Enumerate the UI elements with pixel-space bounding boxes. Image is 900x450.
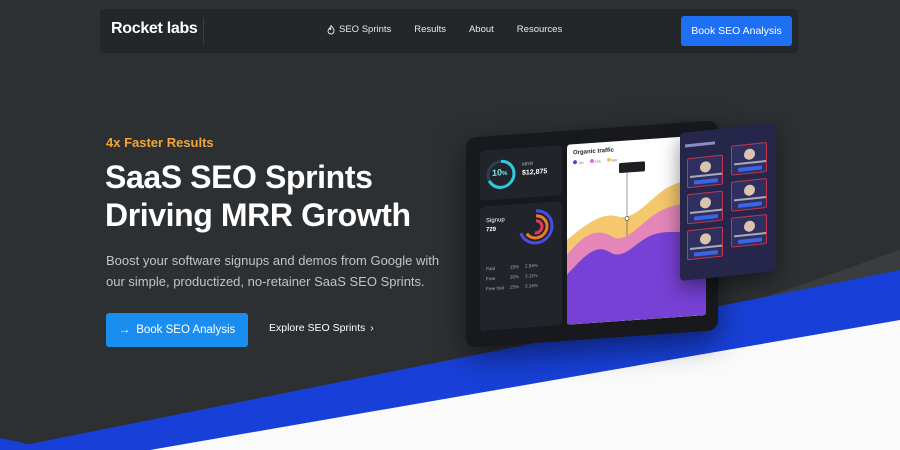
team-member-card	[687, 190, 723, 225]
brand-logo[interactable]: Rocket labs	[111, 20, 198, 38]
chevron-right-icon: ›	[370, 322, 374, 334]
stat-b: 2.54%	[525, 262, 538, 269]
explore-seo-sprints-link[interactable]: Explore SEO Sprints ›	[269, 322, 374, 334]
stat-label: Paid	[486, 265, 496, 272]
gauge-number: 10	[492, 167, 503, 178]
nav-link-label: Results	[414, 24, 446, 35]
primary-cta-label: Book SEO Analysis	[136, 324, 236, 336]
secondary-cta-label: Explore SEO Sprints	[269, 322, 366, 334]
nav-link-results[interactable]: Results	[414, 24, 446, 35]
book-seo-analysis-button[interactable]: → Book SEO Analysis	[106, 313, 248, 347]
stat-label: Free	[486, 275, 496, 282]
signup-panel: Signup 729 Paid 15% 2.54% Free 20% 3.11%…	[480, 201, 562, 331]
mrr-panel: 10% MRR $12,875	[480, 145, 562, 201]
hero-eyebrow: 4x Faster Results	[106, 135, 214, 150]
stat-row: Free 20% 3.11%	[486, 273, 537, 282]
nav-link-label: About	[468, 24, 494, 35]
nav-link-resources[interactable]: Resources	[517, 24, 562, 35]
stat-label: Free trial	[486, 285, 504, 292]
team-member-card	[687, 154, 723, 189]
stat-row: Free trial 25% 3.14%	[486, 283, 538, 292]
stat-a: 25%	[510, 284, 520, 290]
gauge-unit: %	[502, 170, 508, 178]
nav-link-seo-sprints[interactable]: SEO Sprints	[326, 24, 391, 35]
flame-icon	[327, 24, 335, 34]
arrow-right-icon: →	[118, 324, 131, 336]
avatar	[700, 196, 711, 209]
brand-divider	[203, 18, 204, 44]
team-card-header	[685, 141, 715, 148]
headline-line-1: SaaS SEO Sprints	[105, 159, 373, 195]
team-member-card	[687, 226, 723, 261]
team-member-card	[731, 177, 767, 212]
team-card	[680, 122, 776, 282]
gauge-value: 10%	[492, 167, 507, 178]
avatar	[700, 160, 711, 173]
nav-link-label: Resources	[516, 24, 563, 35]
book-seo-analysis-nav-button[interactable]: Book SEO Analysis	[681, 16, 792, 46]
nav-link-about[interactable]: About	[469, 24, 494, 35]
mrr-value: $12,875	[522, 168, 548, 177]
avatar	[700, 232, 711, 245]
team-member-card	[731, 213, 767, 248]
top-navbar: Rocket labs SEO Sprints Results About Re…	[100, 9, 798, 53]
signup-value: 729	[486, 226, 497, 234]
hero-subtext: Boost your software signups and demos fr…	[106, 253, 440, 289]
team-member-card	[731, 141, 767, 176]
hero-headline: SaaS SEO Sprints Driving MRR Growth	[105, 158, 411, 234]
avatar	[744, 184, 755, 197]
stat-a: 15%	[510, 264, 520, 270]
signup-ring-chart	[518, 209, 554, 245]
avatar	[744, 220, 755, 233]
mrr-label: MRR	[522, 161, 534, 168]
stat-a: 20%	[510, 274, 520, 280]
stat-b: 3.11%	[525, 272, 538, 279]
nav-links: SEO Sprints Results About Resources	[326, 24, 562, 35]
nav-link-label: SEO Sprints	[339, 24, 392, 35]
stat-b: 3.14%	[525, 282, 538, 289]
avatar	[744, 148, 755, 161]
signup-label: Signup	[486, 217, 505, 225]
headline-line-2: Driving MRR Growth	[105, 197, 411, 233]
stat-row: Paid 15% 2.54%	[486, 263, 538, 272]
